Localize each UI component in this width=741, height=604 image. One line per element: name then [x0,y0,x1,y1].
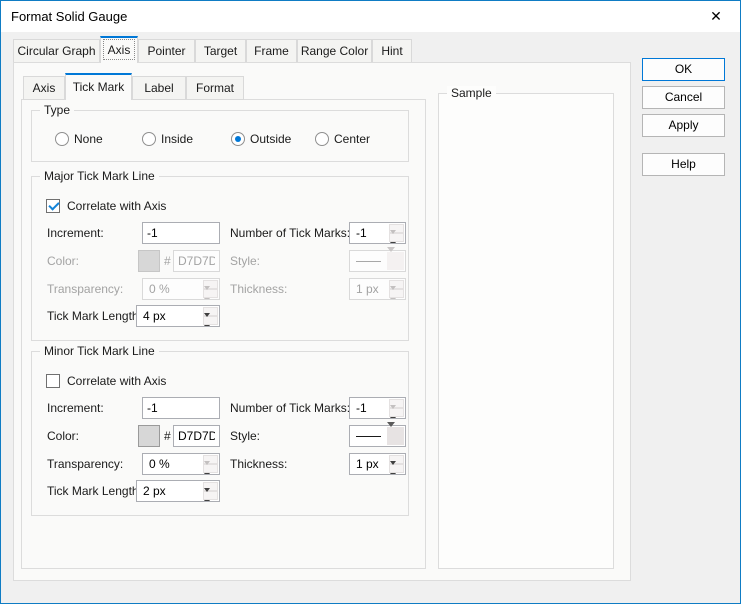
radio-inside[interactable] [142,132,156,146]
ok-button[interactable]: OK [642,58,725,81]
minor-correlate-checkbox[interactable] [46,374,60,388]
minor-color-label: Color: [47,429,80,443]
spin-down-icon[interactable] [203,313,218,331]
tab-circular-graph[interactable]: Circular Graph [13,39,100,63]
radio-outside[interactable] [231,132,245,146]
radio-outside-label: Outside [250,132,292,146]
major-transparency-label: Transparency: [47,282,124,296]
checkmark-icon [48,199,60,211]
minor-length-value: 2 px [143,484,166,498]
minor-style-label: Style: [230,429,261,443]
title-bar: Format Solid Gauge ✕ [1,1,740,32]
radio-none-label: None [74,132,103,146]
sample-group-title: Sample [447,86,496,100]
spin-down-icon [203,286,218,304]
dropdown-button[interactable] [387,422,404,445]
major-color-label: Color: [47,254,80,268]
radio-center[interactable] [315,132,329,146]
dialog-title: Format Solid Gauge [11,9,128,24]
minor-transparency-value: 0 % [149,457,170,471]
apply-button[interactable]: Apply [642,114,725,137]
minor-num-ticks-label: Number of Tick Marks: [230,401,351,415]
close-icon[interactable]: ✕ [698,1,734,32]
radio-dot [235,136,241,142]
major-thickness-value: 1 px [356,282,379,296]
minor-thickness-label: Thickness: [230,457,288,471]
radio-center-label: Center [334,132,371,146]
tab-frame[interactable]: Frame [246,39,297,63]
major-length-label: Tick Mark Length: [47,309,142,323]
major-increment-input[interactable] [142,222,220,244]
tab-axis[interactable]: Axis [100,36,138,63]
type-group: Type None Inside Outside Center [31,103,409,162]
major-num-ticks-value: -1 [356,226,367,240]
spin-down-icon[interactable] [389,230,404,248]
minor-color-swatch[interactable] [138,425,160,447]
line-style-icon [356,436,381,437]
major-num-ticks-label: Number of Tick Marks: [230,226,351,240]
spin-down-icon[interactable] [389,461,404,479]
minor-thickness-value: 1 px [356,457,379,471]
minor-length-spinner[interactable]: 2 px [136,480,220,506]
minor-hash-label: # [164,429,171,443]
major-length-spinner[interactable]: 4 px [136,305,220,331]
line-style-icon [356,261,381,262]
chevron-down-icon [387,247,395,266]
spin-down-icon [389,286,404,304]
major-tick-mark-group: Major Tick Mark Line Correlate with Axis… [31,169,409,341]
spin-down-icon[interactable] [203,488,218,506]
major-thickness-label: Thickness: [230,282,288,296]
radio-none[interactable] [55,132,69,146]
major-style-label: Style: [230,254,261,268]
major-correlate-checkbox[interactable] [46,199,60,213]
major-increment-label: Increment: [47,226,104,240]
tab-hint[interactable]: Hint [372,39,412,63]
spin-down-icon[interactable] [389,405,404,423]
type-group-title: Type [40,103,75,117]
chevron-down-icon [387,422,395,441]
minor-tick-mark-group: Minor Tick Mark Line Correlate with Axis… [31,344,409,516]
major-length-value: 4 px [143,309,166,323]
minor-group-title: Minor Tick Mark Line [40,344,159,358]
radio-inside-label: Inside [161,132,194,146]
subtab-axis[interactable]: Axis [23,76,65,100]
minor-color-hex-input[interactable] [173,425,220,447]
format-solid-gauge-dialog: Format Solid Gauge ✕ Circular Graph Axis… [0,0,741,604]
major-style-dropdown [349,247,406,272]
subtab-format[interactable]: Format [186,76,244,100]
subtab-tick-mark[interactable]: Tick Mark [65,73,132,100]
subtab-label[interactable]: Label [132,76,186,100]
sample-group: Sample [438,86,614,569]
minor-correlate-label: Correlate with Axis [67,374,167,388]
major-color-hex-input [173,250,220,272]
minor-increment-input[interactable] [142,397,220,419]
tab-target[interactable]: Target [195,39,246,63]
major-group-title: Major Tick Mark Line [40,169,159,183]
minor-transparency-label: Transparency: [47,457,124,471]
minor-length-label: Tick Mark Length: [47,484,142,498]
minor-num-ticks-value: -1 [356,401,367,415]
minor-num-ticks-spinner[interactable]: -1 [349,397,406,423]
spin-down-icon[interactable] [203,461,218,479]
help-button[interactable]: Help [642,153,725,176]
minor-thickness-spinner[interactable]: 1 px [349,453,406,479]
major-transparency-spinner: 0 % [142,278,220,304]
tab-range-color[interactable]: Range Color [297,39,372,63]
minor-transparency-spinner[interactable]: 0 % [142,453,220,479]
major-transparency-value: 0 % [149,282,170,296]
minor-increment-label: Increment: [47,401,104,415]
major-correlate-label: Correlate with Axis [67,199,167,213]
major-thickness-spinner: 1 px [349,278,406,304]
major-num-ticks-spinner[interactable]: -1 [349,222,406,248]
cancel-button[interactable]: Cancel [642,86,725,109]
minor-style-dropdown[interactable] [349,422,406,447]
major-hash-label: # [164,254,171,268]
tab-pointer[interactable]: Pointer [138,39,195,63]
major-color-swatch [138,250,160,272]
dropdown-button [387,247,404,270]
